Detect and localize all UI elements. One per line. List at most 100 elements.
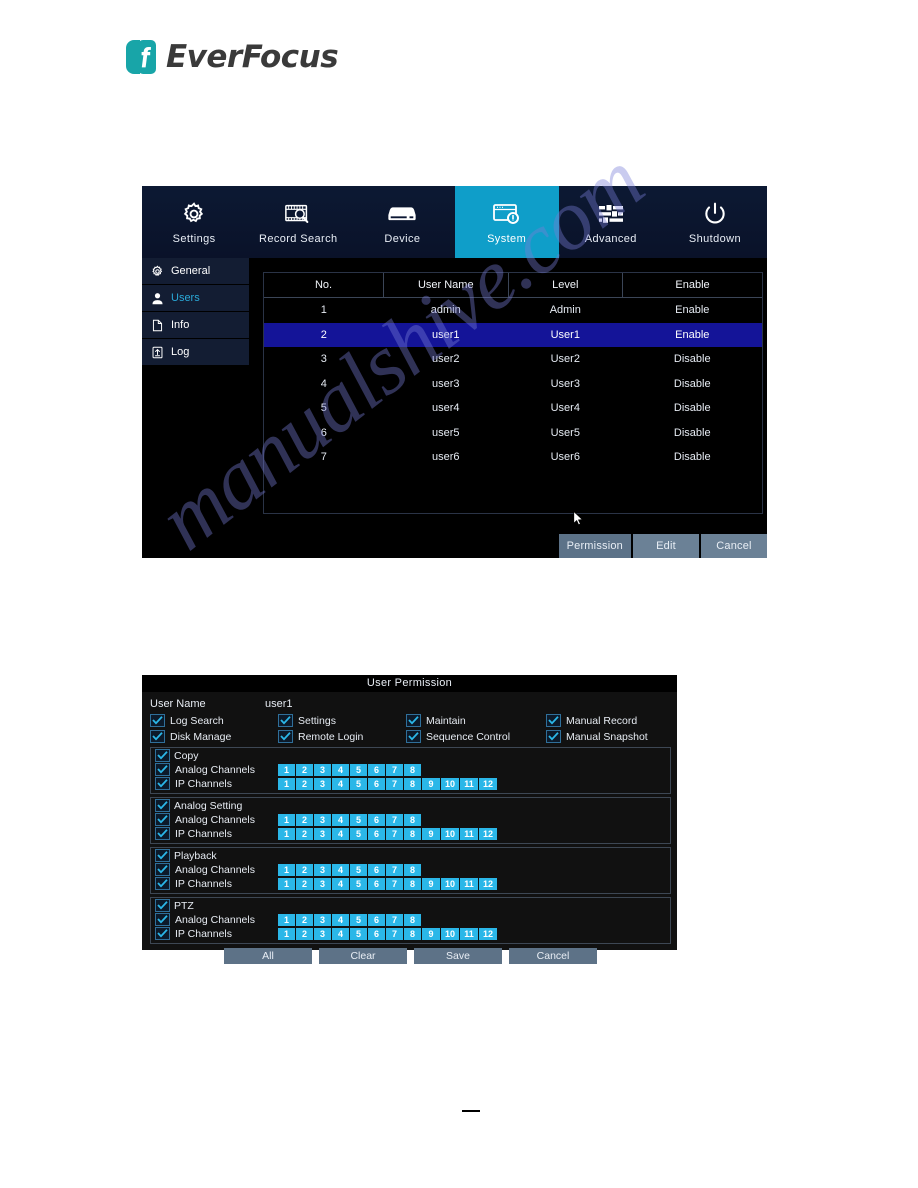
channel-chip[interactable]: 2 [296, 827, 313, 840]
channel-chip[interactable]: 8 [404, 813, 421, 826]
checkbox-maintain[interactable]: Maintain [406, 714, 546, 727]
channel-chip[interactable]: 7 [386, 813, 403, 826]
channel-chip[interactable]: 4 [332, 877, 349, 890]
nav-item-advanced[interactable]: Advanced [559, 186, 663, 258]
table-row[interactable]: 7 user6 User6 Disable [264, 445, 762, 470]
channel-chip[interactable]: 6 [368, 927, 385, 940]
channel-chip[interactable]: 1 [278, 777, 295, 790]
channel-chip[interactable]: 1 [278, 813, 295, 826]
channel-chip[interactable]: 10 [441, 927, 459, 940]
table-row[interactable]: 5 user4 User4 Disable [264, 396, 762, 421]
channel-chip[interactable]: 8 [404, 777, 421, 790]
channel-chip[interactable]: 11 [460, 827, 478, 840]
channel-chip[interactable]: 8 [404, 763, 421, 776]
channel-chip[interactable]: 5 [350, 927, 367, 940]
analog-channels-checkbox[interactable]: Analog Channels [155, 863, 273, 876]
nav-item-system[interactable]: System [454, 186, 559, 258]
channel-chip[interactable]: 3 [314, 777, 331, 790]
channel-chip[interactable]: 3 [314, 827, 331, 840]
channel-chip[interactable]: 4 [332, 913, 349, 926]
nav-item-record-search[interactable]: Record Search [246, 186, 350, 258]
channel-chip[interactable]: 11 [460, 777, 478, 790]
channel-chip[interactable]: 7 [386, 927, 403, 940]
channel-chip[interactable]: 2 [296, 927, 313, 940]
channel-chip[interactable]: 12 [479, 877, 497, 890]
channel-chip[interactable]: 4 [332, 927, 349, 940]
checkbox-manual-record[interactable]: Manual Record [546, 714, 686, 727]
channel-chip[interactable]: 7 [386, 863, 403, 876]
channel-chip[interactable]: 5 [350, 813, 367, 826]
channel-chip[interactable]: 1 [278, 827, 295, 840]
cancel-button[interactable]: Cancel [701, 534, 767, 558]
channel-chip[interactable]: 5 [350, 763, 367, 776]
channel-chip[interactable]: 7 [386, 913, 403, 926]
channel-chip[interactable]: 8 [404, 927, 421, 940]
channel-chip[interactable]: 8 [404, 863, 421, 876]
channel-chip[interactable]: 2 [296, 813, 313, 826]
channel-chip[interactable]: 7 [386, 877, 403, 890]
save-button[interactable]: Save [414, 948, 502, 964]
channel-chip[interactable]: 7 [386, 777, 403, 790]
checkbox-manual-snapshot[interactable]: Manual Snapshot [546, 730, 686, 743]
ip-channels-checkbox[interactable]: IP Channels [155, 877, 273, 890]
channel-chip[interactable]: 2 [296, 763, 313, 776]
checkbox-settings[interactable]: Settings [278, 714, 406, 727]
channel-chip[interactable]: 2 [296, 863, 313, 876]
channel-chip[interactable]: 1 [278, 913, 295, 926]
analog-channels-checkbox[interactable]: Analog Channels [155, 763, 273, 776]
channel-chip[interactable]: 11 [460, 877, 478, 890]
nav-item-device[interactable]: Device [350, 186, 454, 258]
channel-chip[interactable]: 10 [441, 827, 459, 840]
checkbox-log-search[interactable]: Log Search [150, 714, 278, 727]
channel-chip[interactable]: 3 [314, 813, 331, 826]
channel-chip[interactable]: 8 [404, 913, 421, 926]
channel-chip[interactable]: 3 [314, 927, 331, 940]
channel-chip[interactable]: 4 [332, 777, 349, 790]
channel-chip[interactable]: 5 [350, 877, 367, 890]
channel-chip[interactable]: 12 [479, 777, 497, 790]
channel-chip[interactable]: 10 [441, 877, 459, 890]
channel-chip[interactable]: 1 [278, 927, 295, 940]
channel-chip[interactable]: 6 [368, 777, 385, 790]
channel-chip[interactable]: 9 [422, 877, 440, 890]
channel-chip[interactable]: 1 [278, 863, 295, 876]
group-checkbox-analog-setting[interactable]: Analog Setting [155, 799, 667, 812]
channel-chip[interactable]: 4 [332, 813, 349, 826]
channel-chip[interactable]: 6 [368, 763, 385, 776]
sidebar-item-log[interactable]: Log [142, 339, 249, 365]
table-row[interactable]: 3 user2 User2 Disable [264, 347, 762, 372]
channel-chip[interactable]: 5 [350, 777, 367, 790]
checkbox-disk-manage[interactable]: Disk Manage [150, 730, 278, 743]
table-row[interactable]: 1 admin Admin Enable [264, 298, 762, 323]
table-row[interactable]: 6 user5 User5 Disable [264, 421, 762, 446]
channel-chip[interactable]: 3 [314, 763, 331, 776]
channel-chip[interactable]: 6 [368, 813, 385, 826]
channel-chip[interactable]: 5 [350, 913, 367, 926]
table-row[interactable]: 4 user3 User3 Disable [264, 372, 762, 397]
channel-chip[interactable]: 3 [314, 913, 331, 926]
ip-channels-checkbox[interactable]: IP Channels [155, 927, 273, 940]
table-row-selected[interactable]: 2 user1 User1 Enable [264, 322, 762, 347]
edit-button[interactable]: Edit [633, 534, 699, 558]
nav-item-settings[interactable]: Settings [142, 186, 246, 258]
channel-chip[interactable]: 9 [422, 827, 440, 840]
channel-chip[interactable]: 8 [404, 877, 421, 890]
channel-chip[interactable]: 6 [368, 913, 385, 926]
channel-chip[interactable]: 10 [441, 777, 459, 790]
group-checkbox-playback[interactable]: Playback [155, 849, 667, 862]
channel-chip[interactable]: 4 [332, 763, 349, 776]
checkbox-sequence-control[interactable]: Sequence Control [406, 730, 546, 743]
sidebar-item-users[interactable]: Users [142, 285, 249, 311]
channel-chip[interactable]: 3 [314, 863, 331, 876]
channel-chip[interactable]: 11 [460, 927, 478, 940]
ip-channels-checkbox[interactable]: IP Channels [155, 827, 273, 840]
cancel-button[interactable]: Cancel [509, 948, 597, 964]
permission-button[interactable]: Permission [558, 534, 631, 558]
group-checkbox-ptz[interactable]: PTZ [155, 899, 667, 912]
channel-chip[interactable]: 1 [278, 877, 295, 890]
channel-chip[interactable]: 12 [479, 827, 497, 840]
channel-chip[interactable]: 3 [314, 877, 331, 890]
channel-chip[interactable]: 9 [422, 777, 440, 790]
channel-chip[interactable]: 1 [278, 763, 295, 776]
channel-chip[interactable]: 2 [296, 877, 313, 890]
